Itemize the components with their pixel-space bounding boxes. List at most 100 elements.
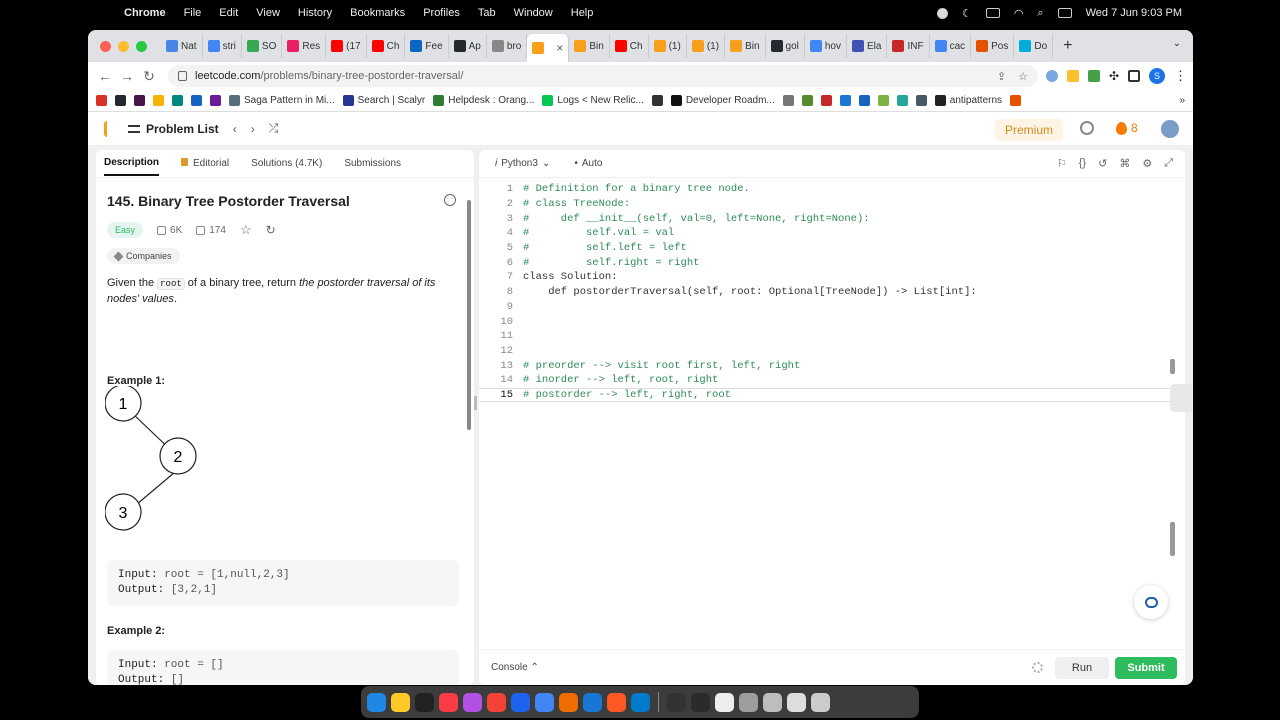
panel-resize-handle[interactable] <box>474 396 477 410</box>
code-line[interactable]: 9 <box>479 300 1185 315</box>
bookmark-item[interactable]: Saga Pattern in Mi... <box>229 95 335 106</box>
tab-editorial[interactable]: Editorial <box>181 152 229 175</box>
menubar-clock[interactable]: Wed 7 Jun 9:03 PM <box>1086 7 1182 19</box>
browser-tab[interactable]: Bin <box>569 34 610 58</box>
problem-title[interactable]: 145. Binary Tree Postorder Traversal <box>107 193 350 209</box>
bookmark-item[interactable]: Developer Roadm... <box>670 95 775 106</box>
bookmark-item[interactable] <box>191 95 202 106</box>
bookmark-item[interactable] <box>134 95 145 106</box>
menu-profiles[interactable]: Profiles <box>423 7 460 19</box>
code-line[interactable]: 4 # self.val = val <box>479 226 1185 241</box>
bookmark-item[interactable] <box>115 95 126 106</box>
dock-app-icon[interactable] <box>535 692 554 712</box>
browser-tab[interactable]: SO <box>242 34 283 58</box>
code-line[interactable]: 1 # Definition for a binary tree node. <box>479 182 1185 197</box>
browser-tab[interactable]: (1) <box>649 34 687 58</box>
close-window-button[interactable] <box>100 40 111 52</box>
browser-tab[interactable]: Bin <box>725 34 766 58</box>
extension-icon[interactable] <box>1045 70 1058 82</box>
code-line[interactable]: 12 <box>479 344 1185 359</box>
notes-side-tab[interactable] <box>1170 384 1192 412</box>
browser-tab[interactable]: cac <box>930 34 972 58</box>
control-center-icon[interactable] <box>1057 8 1072 18</box>
code-line[interactable]: 8 def postorderTraversal(self, root: Opt… <box>479 285 1185 300</box>
language-select[interactable]: i Python3 ⌄ <box>495 158 550 169</box>
bookmark-item[interactable] <box>801 95 813 106</box>
tab-submissions[interactable]: Submissions <box>344 152 401 175</box>
zoom-window-button[interactable] <box>136 40 147 52</box>
bookmark-item[interactable] <box>896 95 908 106</box>
menu-view[interactable]: View <box>256 7 280 19</box>
bookmark-item[interactable] <box>172 95 183 106</box>
address-bar[interactable]: leetcode.com/problems/binary-tree-postor… <box>168 65 1038 87</box>
dislike-button[interactable]: 174 <box>196 225 226 236</box>
browser-tab[interactable]: Do <box>1014 34 1054 58</box>
extensions-puzzle-icon[interactable]: ✣ <box>1109 69 1119 83</box>
browser-tab[interactable]: Res <box>282 34 327 58</box>
bookmark-item[interactable] <box>877 95 889 106</box>
console-toggle[interactable]: Console ⌃ <box>491 662 539 673</box>
browser-tab[interactable]: INF <box>887 34 930 58</box>
bookmark-item[interactable]: Logs < New Relic... <box>542 95 644 106</box>
menu-edit[interactable]: Edit <box>219 7 238 19</box>
settings-gear-icon[interactable]: ⚙ <box>1142 157 1152 170</box>
browser-tab[interactable]: Ela <box>847 34 888 58</box>
record-icon[interactable] <box>936 7 948 19</box>
browser-tab[interactable]: gol <box>766 34 805 58</box>
debug-gear-icon[interactable] <box>1032 662 1043 673</box>
dock-app-icon[interactable] <box>439 692 458 712</box>
like-button[interactable]: 6K <box>157 225 182 236</box>
menu-app-name[interactable]: Chrome <box>124 7 166 19</box>
dock-app-icon[interactable] <box>391 692 410 712</box>
browser-tab[interactable]: Ch <box>610 34 649 58</box>
browser-tab[interactable]: Fee <box>405 34 449 58</box>
extension-icon[interactable] <box>1087 70 1100 82</box>
code-line[interactable]: 10 <box>479 314 1185 329</box>
dock-app-icon[interactable] <box>787 692 806 712</box>
user-avatar[interactable] <box>1161 120 1179 138</box>
code-line[interactable]: 14 # inorder --> left, root, right <box>479 373 1185 388</box>
bookmark-item[interactable] <box>1010 95 1022 106</box>
browser-tab[interactable]: hov <box>805 34 847 58</box>
problem-list-button[interactable]: Problem List <box>128 122 219 136</box>
fullscreen-icon[interactable]: ⤢ <box>1164 157 1173 170</box>
share-icon[interactable]: ↻ <box>266 223 276 237</box>
bookmark-item[interactable] <box>210 95 221 106</box>
bookmark-item[interactable] <box>96 95 107 106</box>
code-line[interactable]: 3 # def __init__(self, val=0, left=None, … <box>479 211 1185 226</box>
tab-description[interactable]: Description <box>104 151 160 176</box>
share-icon[interactable]: ⇪ <box>997 70 1006 83</box>
bookmark-icon[interactable]: ⚐ <box>1057 157 1067 170</box>
auto-toggle[interactable]: • Auto <box>574 158 602 169</box>
bookmark-item[interactable] <box>153 95 164 106</box>
focus-moon-icon[interactable]: ☾ <box>962 7 972 20</box>
more-options-icon[interactable]: ··· <box>444 194 456 206</box>
browser-tab[interactable]: bro <box>487 34 528 58</box>
next-problem-button[interactable]: › <box>251 122 255 136</box>
description-scrollbar[interactable] <box>467 200 471 430</box>
prev-problem-button[interactable]: ‹ <box>233 122 237 136</box>
code-editor[interactable]: 1 # Definition for a binary tree node. 2 # … <box>479 182 1185 612</box>
feedback-chat-button[interactable] <box>1134 585 1168 619</box>
bookmarks-overflow-icon[interactable]: » <box>1179 95 1185 106</box>
url-text[interactable]: leetcode.com/problems/binary-tree-postor… <box>195 70 463 82</box>
dock-app-icon[interactable] <box>739 692 758 712</box>
tab-solutions[interactable]: Solutions (4.7K) <box>251 152 322 175</box>
browser-tab-active[interactable]: × <box>527 34 570 62</box>
new-tab-button[interactable]: + <box>1063 37 1072 55</box>
run-button[interactable]: Run <box>1055 657 1109 679</box>
format-braces-icon[interactable]: {} <box>1079 157 1086 170</box>
dock-app-icon[interactable] <box>367 692 386 712</box>
dock-app-icon[interactable] <box>631 692 650 712</box>
reset-icon[interactable]: ↺ <box>1098 157 1107 170</box>
code-line[interactable]: 13 # preorder --> visit root first, left,… <box>479 358 1185 373</box>
browser-tab[interactable]: Pos <box>971 34 1015 58</box>
browser-tab[interactable]: (17 <box>326 34 367 58</box>
browser-tab[interactable]: Nat <box>161 34 203 58</box>
menu-help[interactable]: Help <box>571 7 594 19</box>
bookmark-item[interactable] <box>839 95 851 106</box>
back-button[interactable]: ← <box>94 68 116 84</box>
minimize-window-button[interactable] <box>118 40 129 52</box>
code-line[interactable]: 5 # self.left = left <box>479 241 1185 256</box>
wifi-icon[interactable]: ◠ <box>1014 7 1024 20</box>
